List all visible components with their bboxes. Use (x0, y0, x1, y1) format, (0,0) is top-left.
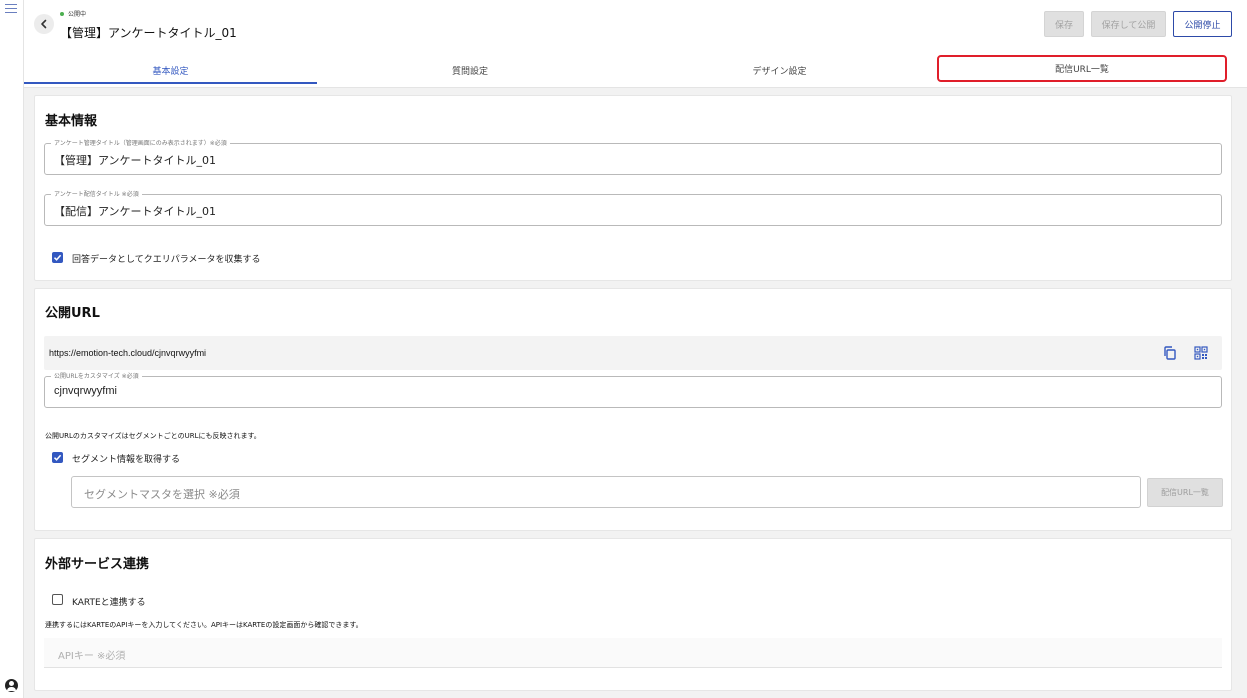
user-account-icon[interactable] (5, 679, 18, 692)
segment-url-list-button[interactable]: 配信URL一覧 (1147, 478, 1223, 507)
chevron-left-icon (41, 19, 47, 29)
public-url-text: https://emotion-tech.cloud/cjnvqrwyyfmi (49, 348, 207, 358)
page-header: 公開中 【管理】アンケートタイトル_01 保存 保存して公開 公開停止 基本設定… (24, 0, 1247, 88)
delivery-title-field[interactable]: アンケート配信タイトル ※必須 【配信】アンケートタイトル_01 (44, 189, 1222, 226)
basic-info-card: 基本情報 アンケート管理タイトル（管理画面にのみ表示されます）※必須 【管理】ア… (34, 95, 1232, 281)
karte-checkbox[interactable] (52, 594, 63, 605)
custom-url-value: cjnvqrwyyfmi (54, 385, 117, 397)
custom-url-field[interactable]: 公開URLをカスタマイズ ※必須 cjnvqrwyyfmi (44, 371, 1222, 408)
back-button[interactable] (34, 14, 54, 34)
public-url-display: https://emotion-tech.cloud/cjnvqrwyyfmi (44, 336, 1222, 370)
admin-title-value: 【管理】アンケートタイトル_01 (54, 154, 217, 167)
tab-basic-settings[interactable]: 基本設定 (24, 56, 317, 84)
query-param-label: 回答データとしてクエリパラメータを収集する (72, 255, 261, 265)
save-button[interactable]: 保存 (1044, 11, 1084, 37)
status-dot-icon (60, 11, 64, 16)
status-label: 公開中 (68, 11, 87, 18)
segment-label: セグメント情報を取得する (72, 455, 181, 465)
left-rail (0, 0, 24, 698)
copy-icon[interactable] (1163, 346, 1177, 360)
karte-note: 連携するにはKARTEのAPIキーを入力してください。APIキーはKARTEの設… (45, 621, 363, 629)
check-icon (53, 254, 62, 261)
basic-info-heading: 基本情報 (45, 114, 98, 129)
segment-master-select[interactable]: セグメントマスタを選択 ※必須 (71, 476, 1141, 508)
menu-icon[interactable] (5, 4, 17, 14)
public-url-heading: 公開URL (45, 306, 100, 321)
api-key-input[interactable]: APIキー ※必須 (44, 638, 1222, 668)
stop-publish-button[interactable]: 公開停止 (1173, 11, 1232, 37)
segment-master-placeholder: セグメントマスタを選択 ※必須 (84, 488, 240, 501)
qr-code-icon[interactable] (1194, 346, 1208, 360)
external-services-card: 外部サービス連携 KARTEと連携する 連携するにはKARTEのAPIキーを入力… (34, 538, 1232, 691)
publish-status: 公開中 (60, 9, 86, 18)
custom-url-label: 公開URLをカスタマイズ ※必須 (51, 371, 142, 380)
tab-delivery-url-list[interactable]: 配信URL一覧 (937, 55, 1227, 82)
page-title: 【管理】アンケートタイトル_01 (60, 26, 237, 40)
admin-title-label: アンケート管理タイトル（管理画面にのみ表示されます）※必須 (51, 138, 230, 147)
api-key-placeholder: APIキー ※必須 (58, 651, 126, 662)
delivery-title-label: アンケート配信タイトル ※必須 (51, 189, 142, 198)
query-param-checkbox[interactable] (52, 252, 63, 263)
segment-checkbox[interactable] (52, 452, 63, 463)
external-services-heading: 外部サービス連携 (45, 557, 150, 572)
check-icon (53, 454, 62, 461)
tab-design-settings[interactable]: デザイン設定 (623, 56, 936, 84)
tab-question-settings[interactable]: 質問設定 (317, 56, 623, 84)
karte-label: KARTEと連携する (72, 598, 146, 608)
save-and-publish-button[interactable]: 保存して公開 (1091, 11, 1166, 37)
settings-tabs: 基本設定 質問設定 デザイン設定 配信URL一覧 (24, 55, 1247, 86)
admin-title-field[interactable]: アンケート管理タイトル（管理画面にのみ表示されます）※必須 【管理】アンケートタ… (44, 138, 1222, 175)
active-tab-indicator (24, 82, 317, 84)
delivery-title-value: 【配信】アンケートタイトル_01 (54, 205, 217, 218)
public-url-card: 公開URL https://emotion-tech.cloud/cjnvqrw… (34, 288, 1232, 531)
custom-url-note: 公開URLのカスタマイズはセグメントごとのURLにも反映されます。 (45, 432, 261, 440)
